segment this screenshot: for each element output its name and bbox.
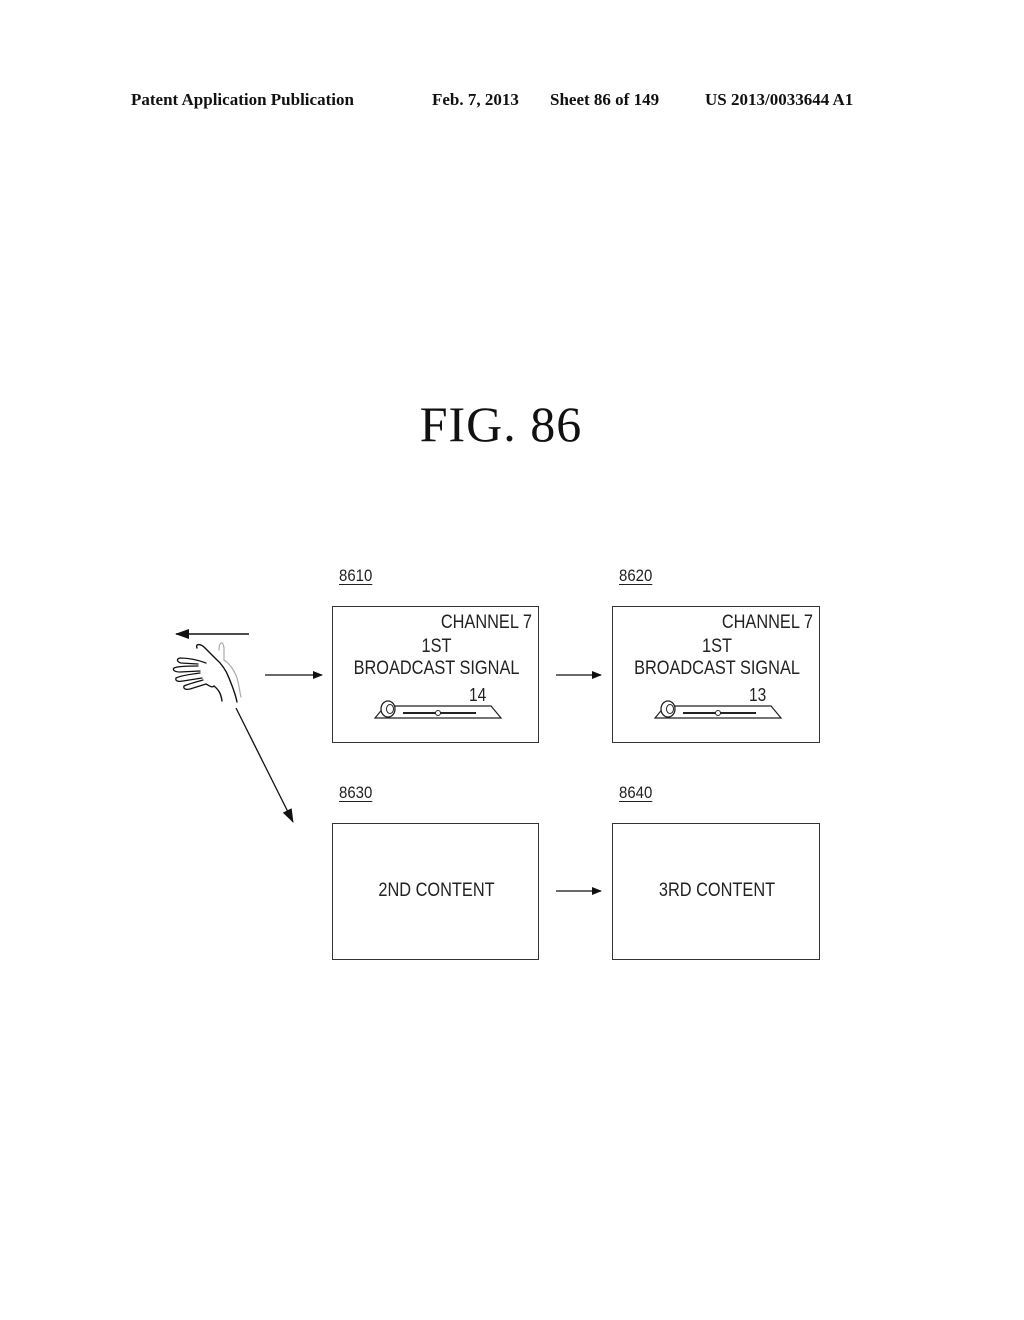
hand-swipe-left-icon bbox=[172, 642, 242, 703]
arrow-to-8630 bbox=[235, 707, 294, 823]
diagram-connectors bbox=[172, 629, 602, 895]
